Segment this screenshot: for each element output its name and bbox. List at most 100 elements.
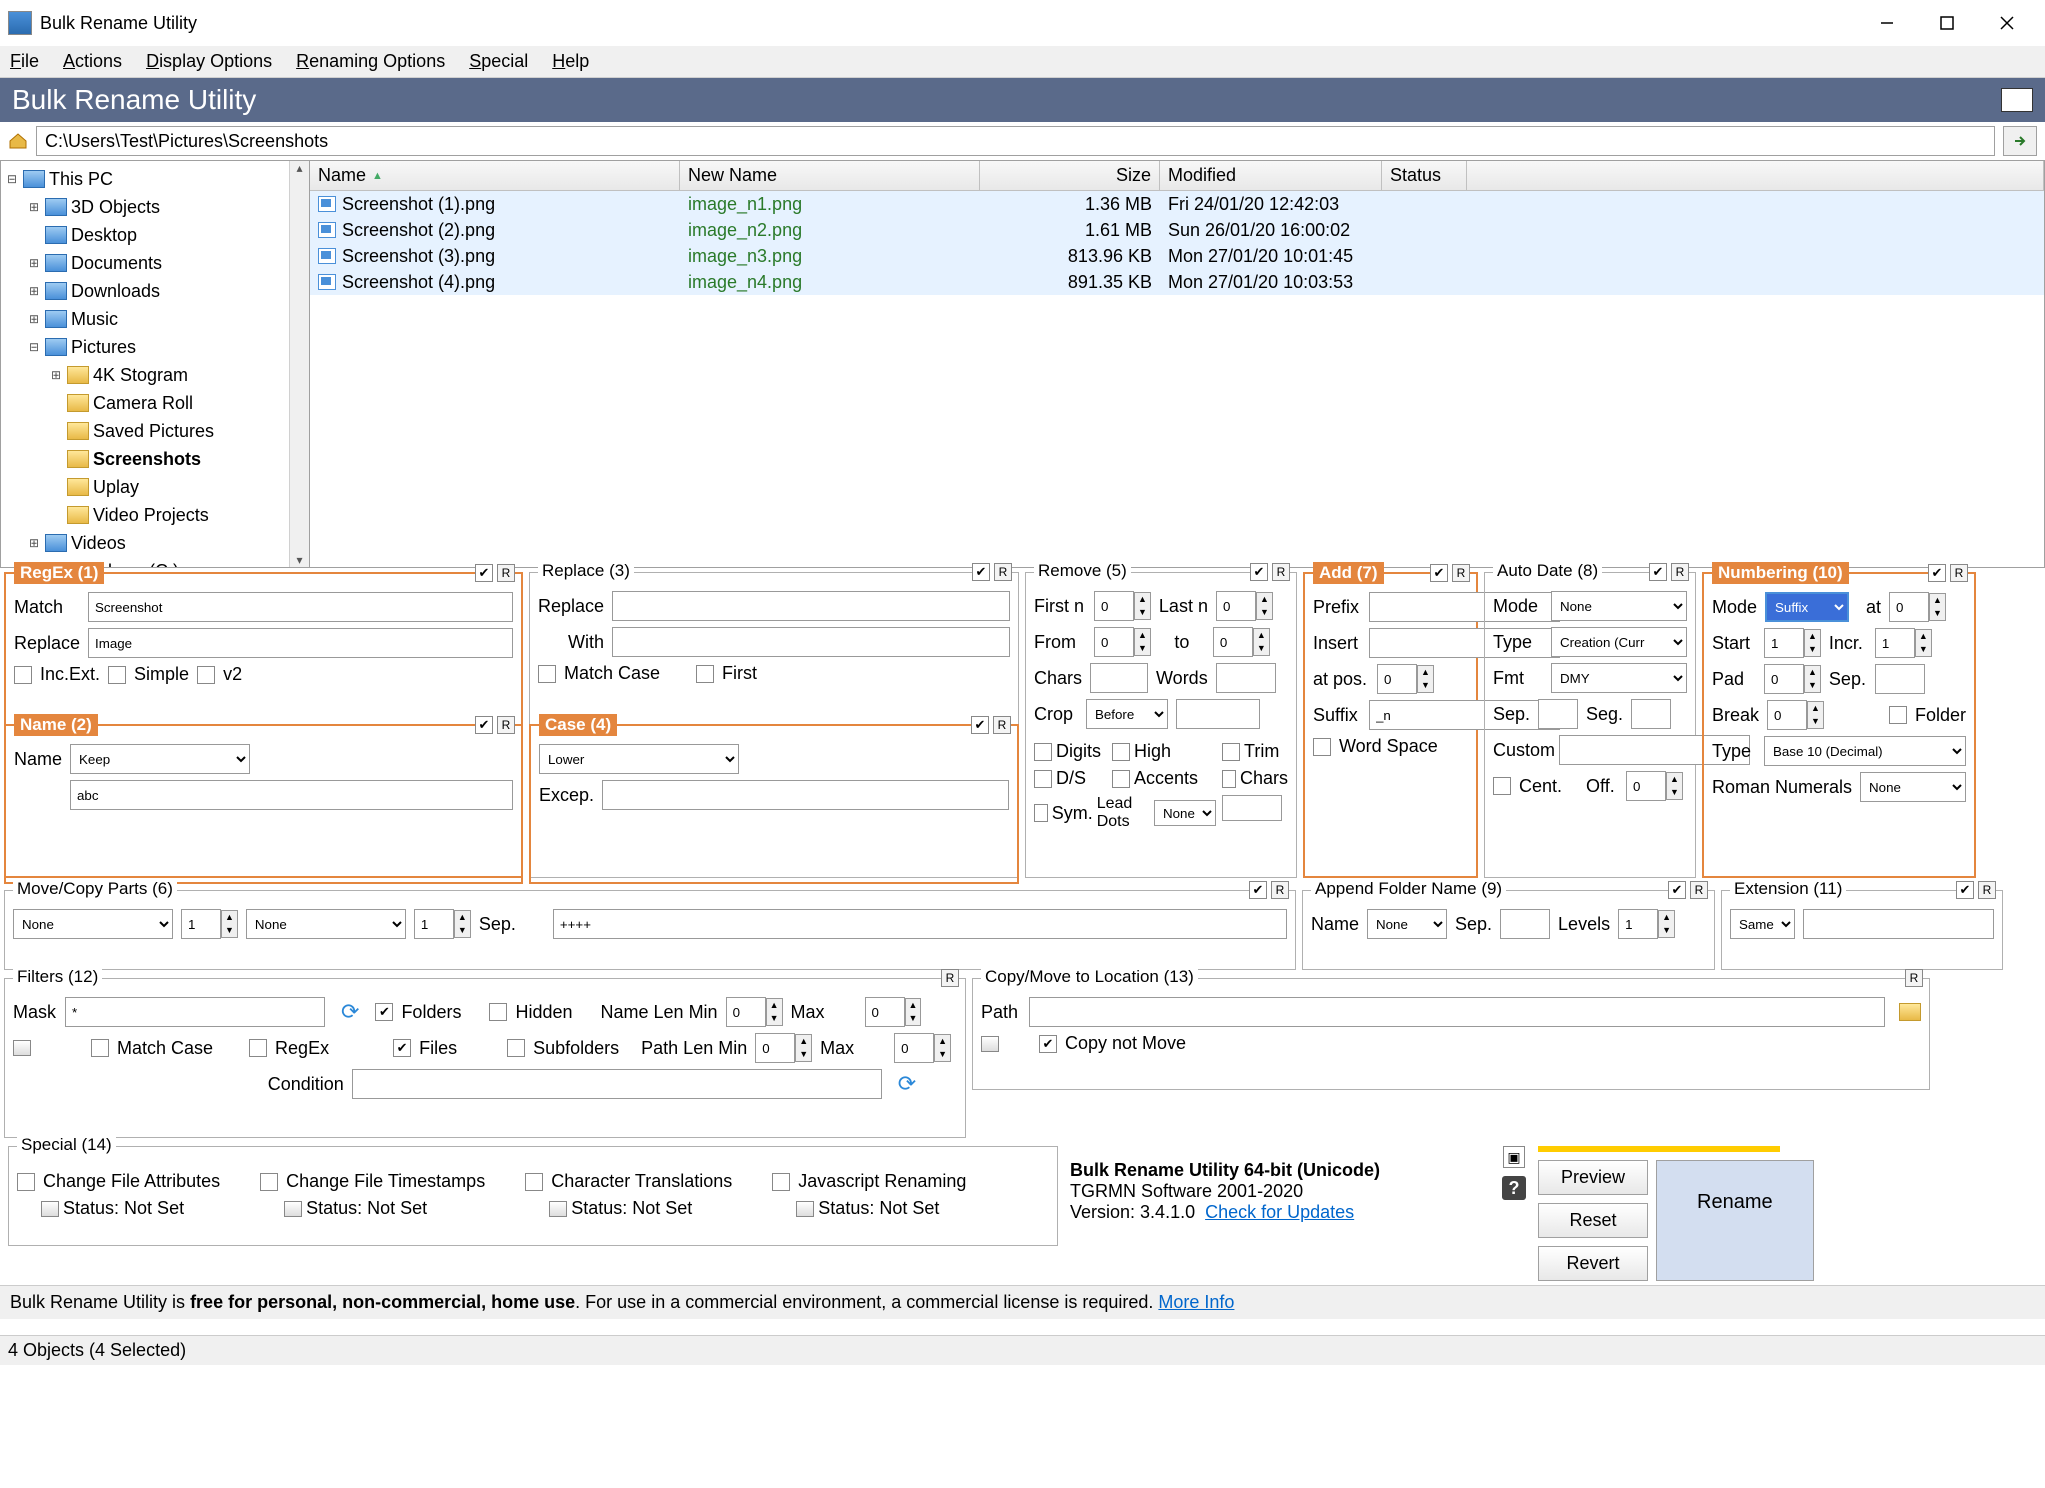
regex-incext-checkbox[interactable] xyxy=(14,666,32,684)
movecopy-enable-checkbox[interactable] xyxy=(1249,881,1267,899)
case-enable-checkbox[interactable] xyxy=(971,716,989,734)
ext-enable-checkbox[interactable] xyxy=(1956,881,1974,899)
header-name[interactable]: Name▲ xyxy=(310,161,680,190)
regex-enable-checkbox[interactable] xyxy=(475,564,493,582)
numbering-mode-select[interactable]: Suffix xyxy=(1765,592,1849,622)
numbering-reset-button[interactable]: R xyxy=(1950,564,1968,582)
rename-button[interactable]: Rename xyxy=(1656,1160,1814,1281)
copymove-reset-button[interactable]: R xyxy=(1905,969,1923,987)
movecopy-v2-input[interactable] xyxy=(414,909,454,939)
numbering-roman-select[interactable]: None xyxy=(1860,772,1966,802)
autodate-type-select[interactable]: Creation (Curr xyxy=(1551,627,1687,657)
filters-regex-checkbox[interactable] xyxy=(249,1039,267,1057)
table-row[interactable]: Screenshot (1).pngimage_n1.png1.36 MBFri… xyxy=(310,191,2044,217)
header-newname[interactable]: New Name xyxy=(680,161,980,190)
remove-high-checkbox[interactable] xyxy=(1112,743,1130,761)
home-icon[interactable] xyxy=(8,132,28,150)
revert-button[interactable]: Revert xyxy=(1538,1246,1648,1281)
appfolder-sep-input[interactable] xyxy=(1500,909,1550,939)
tree-item[interactable]: ⊞4K Stogram xyxy=(1,361,289,389)
remove-digits-checkbox[interactable] xyxy=(1034,743,1052,761)
add-atpos-input[interactable] xyxy=(1377,664,1417,694)
movecopy-sep-input[interactable] xyxy=(553,909,1287,939)
filters-plmin-input[interactable] xyxy=(755,1033,795,1063)
add-enable-checkbox[interactable] xyxy=(1430,564,1448,582)
go-button[interactable] xyxy=(2003,126,2037,156)
name-select[interactable]: Keep xyxy=(70,744,250,774)
more-info-link[interactable]: More Info xyxy=(1158,1292,1234,1312)
settings-small-icon[interactable]: ▣ xyxy=(1503,1146,1525,1168)
filters-folders-checkbox[interactable] xyxy=(375,1003,393,1021)
filters-mask-input[interactable] xyxy=(65,997,325,1027)
filters-plmax-input[interactable] xyxy=(894,1033,934,1063)
regex-v2-checkbox[interactable] xyxy=(197,666,215,684)
table-row[interactable]: Screenshot (4).pngimage_n4.png891.35 KBM… xyxy=(310,269,2044,295)
numbering-enable-checkbox[interactable] xyxy=(1928,564,1946,582)
case-reset-button[interactable]: R xyxy=(993,716,1011,734)
refresh-condition-icon[interactable]: ⟳ xyxy=(898,1071,916,1097)
menu-help[interactable]: Help xyxy=(552,51,589,72)
remove-charsval-input[interactable] xyxy=(1222,795,1282,821)
remove-enable-checkbox[interactable] xyxy=(1250,563,1268,581)
filters-matchcase-checkbox[interactable] xyxy=(91,1039,109,1057)
replace-with-input[interactable] xyxy=(612,627,1010,657)
tree-item[interactable]: ⊞Documents xyxy=(1,249,289,277)
filters-subfolders-checkbox[interactable] xyxy=(507,1039,525,1057)
name-reset-button[interactable]: R xyxy=(497,716,515,734)
status-icon[interactable] xyxy=(41,1201,59,1217)
ext-select[interactable]: Same xyxy=(1730,909,1795,939)
remove-reset-button[interactable]: R xyxy=(1272,563,1290,581)
remove-crop-select[interactable]: Before xyxy=(1086,699,1168,729)
appfolder-reset-button[interactable]: R xyxy=(1690,881,1708,899)
replace-first-checkbox[interactable] xyxy=(696,665,714,683)
autodate-seg-input[interactable] xyxy=(1631,699,1671,729)
numbering-start-input[interactable] xyxy=(1764,628,1804,658)
special-cft-checkbox[interactable] xyxy=(260,1173,278,1191)
numbering-folder-checkbox[interactable] xyxy=(1889,706,1907,724)
tree-item[interactable]: Screenshots xyxy=(1,445,289,473)
remove-from-input[interactable] xyxy=(1094,627,1134,657)
remove-lastn-input[interactable] xyxy=(1216,591,1256,621)
autodate-off-input[interactable] xyxy=(1626,771,1666,801)
close-button[interactable] xyxy=(1977,3,2037,43)
autodate-reset-button[interactable]: R xyxy=(1671,563,1689,581)
autodate-sep-input[interactable] xyxy=(1538,699,1578,729)
filters-condition-input[interactable] xyxy=(352,1069,882,1099)
tree-item[interactable]: Video Projects xyxy=(1,501,289,529)
menu-rename[interactable]: Renaming Options xyxy=(296,51,445,72)
ext-reset-button[interactable]: R xyxy=(1978,881,1996,899)
reset-button[interactable]: Reset xyxy=(1538,1203,1648,1238)
tree-scrollbar[interactable]: ▴ ▾ xyxy=(289,161,309,567)
tree-item[interactable]: ⊟This PC xyxy=(1,165,289,193)
filters-reset-button[interactable]: R xyxy=(941,969,959,987)
replace-input[interactable] xyxy=(612,591,1010,621)
movecopy-reset-button[interactable]: R xyxy=(1271,881,1289,899)
filters-hidden-checkbox[interactable] xyxy=(489,1003,507,1021)
tree-item[interactable]: Desktop xyxy=(1,221,289,249)
menu-special[interactable]: Special xyxy=(469,51,528,72)
remove-firstn-input[interactable] xyxy=(1094,591,1134,621)
remove-leaddots-select[interactable]: None xyxy=(1154,800,1216,826)
path-input-box[interactable]: C:\Users\Test\Pictures\Screenshots xyxy=(36,126,1995,156)
remove-sym-checkbox[interactable] xyxy=(1034,804,1048,822)
autodate-enable-checkbox[interactable] xyxy=(1649,563,1667,581)
tree-item[interactable]: ⊞3D Objects xyxy=(1,193,289,221)
name-enable-checkbox[interactable] xyxy=(475,716,493,734)
autodate-mode-select[interactable]: None xyxy=(1551,591,1687,621)
remove-accents-checkbox[interactable] xyxy=(1112,770,1130,788)
maximize-button[interactable] xyxy=(1917,3,1977,43)
tree-item[interactable]: ⊞Downloads xyxy=(1,277,289,305)
ext-value-input[interactable] xyxy=(1803,909,1994,939)
minimize-button[interactable] xyxy=(1857,3,1917,43)
help-icon[interactable]: ? xyxy=(1502,1176,1526,1200)
autodate-fmt-select[interactable]: DMY xyxy=(1551,663,1687,693)
tree-item[interactable]: Uplay xyxy=(1,473,289,501)
special-jr-checkbox[interactable] xyxy=(772,1173,790,1191)
remove-to-input[interactable] xyxy=(1213,627,1253,657)
table-row[interactable]: Screenshot (3).pngimage_n3.png813.96 KBM… xyxy=(310,243,2044,269)
menu-display[interactable]: Display Options xyxy=(146,51,272,72)
copymove-copynotmove-checkbox[interactable] xyxy=(1039,1035,1057,1053)
case-excep-input[interactable] xyxy=(602,780,1009,810)
movecopy-sel1[interactable]: None xyxy=(13,909,173,939)
filters-nlmin-input[interactable] xyxy=(726,997,766,1027)
